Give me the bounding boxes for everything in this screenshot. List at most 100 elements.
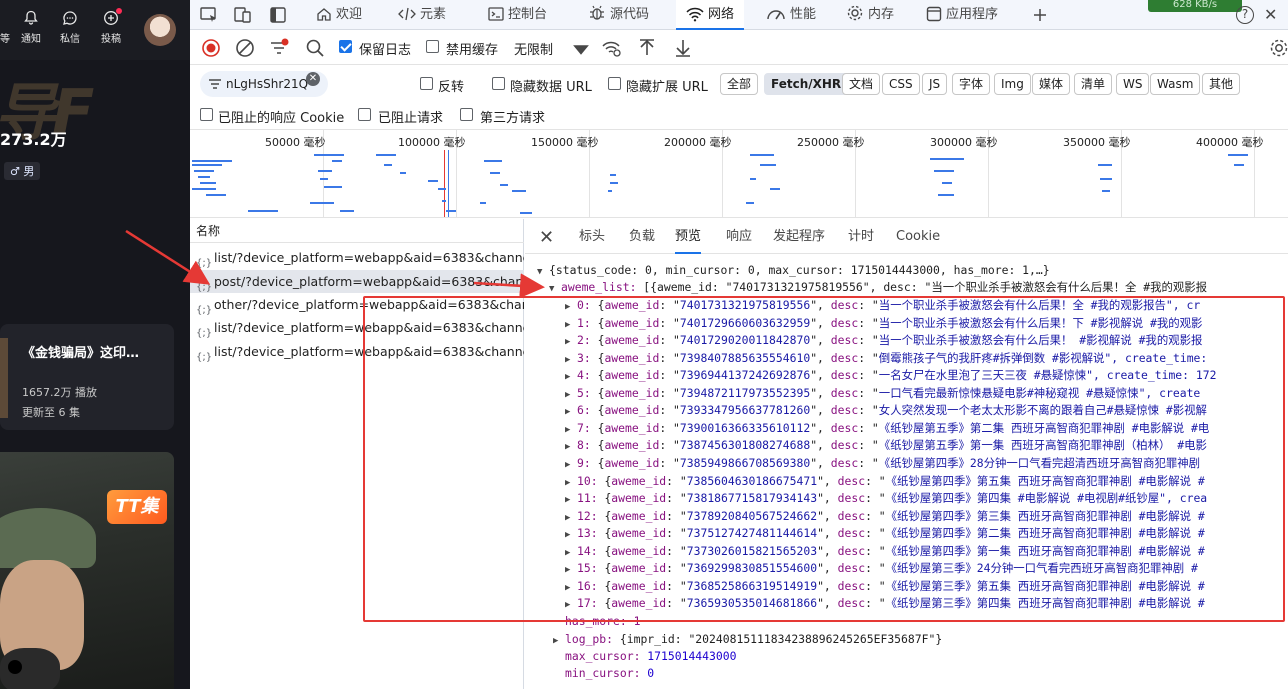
- aweme-item-line[interactable]: ▶ 6: {aweme_id: "7393347956637781260", de…: [565, 402, 1207, 419]
- aweme-desc: 《纸钞屋第四季》第四集 #电影解说 #电视剧#纸钞屋", crea: [885, 491, 1208, 506]
- detail-tab-initiator[interactable]: 发起程序: [773, 219, 825, 254]
- type-chip-font[interactable]: 字体: [952, 73, 991, 95]
- disable-cache-checkbox[interactable]: [426, 40, 439, 53]
- request-row[interactable]: {;} other/?device_platform=webapp&aid=638…: [190, 293, 524, 316]
- type-chip-js[interactable]: JS: [922, 73, 948, 95]
- request-row[interactable]: {;} list/?device_platform=webapp&aid=6383…: [190, 316, 524, 339]
- network-overview[interactable]: 50000 毫秒 100000 毫秒 150000 毫秒 200000 毫秒 25000…: [190, 129, 1288, 218]
- request-row[interactable]: {;} list/?device_platform=webapp&aid=6383…: [190, 340, 524, 363]
- detail-tab-preview[interactable]: 预览: [675, 219, 702, 254]
- help-icon[interactable]: ?: [1236, 6, 1254, 24]
- blocked-requests-checkbox[interactable]: [358, 108, 371, 121]
- device-toolbar-icon[interactable]: [234, 7, 252, 23]
- search-icon[interactable]: [304, 37, 326, 59]
- nav-item-upload[interactable]: 投稿: [94, 8, 128, 45]
- close-details-icon[interactable]: ✕: [539, 227, 554, 248]
- aweme-id: 7387456301808274688: [679, 438, 811, 453]
- type-chip-doc[interactable]: 文档: [842, 73, 881, 95]
- request-row-selected[interactable]: {;} post/?device_platform=webapp&aid=6383…: [190, 270, 524, 293]
- clear-filter-icon[interactable]: ✕: [306, 72, 320, 86]
- video-poster[interactable]: [0, 452, 174, 689]
- filter-icon[interactable]: [268, 37, 290, 59]
- detail-tab-payload[interactable]: 负载: [629, 219, 655, 254]
- type-chip-other[interactable]: 其他: [1202, 73, 1241, 95]
- aweme-item-line[interactable]: ▶ 2: {aweme_id: "7401729020011842870", de…: [565, 332, 1202, 349]
- collapsed-triangle-icon: ▶: [565, 372, 571, 383]
- aweme-item-line[interactable]: ▶ 4: {aweme_id: "7396944137242692876", de…: [565, 367, 1216, 384]
- type-chip-fetch-xhr[interactable]: Fetch/XHR: [764, 73, 849, 95]
- detail-tab-timing[interactable]: 计时: [848, 219, 874, 254]
- detail-tab-cookies[interactable]: Cookie: [896, 219, 940, 254]
- aweme-item-line[interactable]: ▶ 14: {aweme_id: "7373026015821565203", d…: [565, 543, 1205, 560]
- tab-network[interactable]: 网络: [676, 0, 745, 30]
- add-tab-icon[interactable]: [1032, 7, 1048, 23]
- json-root-line[interactable]: ▼ {status_code: 0, min_cursor: 0, max_cur…: [537, 262, 1050, 279]
- aweme-item-line[interactable]: ▶ 9: {aweme_id: "7385949866708569380", de…: [565, 455, 1200, 472]
- tab-console[interactable]: 控制台: [480, 0, 555, 30]
- aweme-id: 7368525866319514919: [686, 578, 818, 593]
- aweme-item-line[interactable]: ▶ 12: {aweme_id: "7378920840567524662", d…: [565, 508, 1205, 525]
- dock-side-icon[interactable]: [270, 7, 286, 23]
- tab-memory[interactable]: 内存: [838, 0, 902, 30]
- record-icon[interactable]: [200, 37, 222, 59]
- tab-elements[interactable]: 元素: [390, 0, 454, 30]
- hide-data-url-checkbox[interactable]: [492, 77, 505, 90]
- collapsed-triangle-icon: ▶: [565, 565, 571, 576]
- aweme-item-line[interactable]: ▶ 13: {aweme_id: "7375127427481144614", d…: [565, 525, 1205, 542]
- json-preview: ▼ {status_code: 0, min_cursor: 0, max_cur…: [525, 257, 1288, 689]
- third-party-checkbox[interactable]: [460, 108, 473, 121]
- wifi-icon: [686, 7, 704, 22]
- tab-welcome[interactable]: 欢迎: [308, 0, 370, 30]
- close-icon[interactable]: ✕: [1264, 5, 1277, 24]
- series-card[interactable]: 《金钱骗局》这印… 1657.2万 播放 更新至 6 集: [0, 324, 174, 430]
- json-min-cursor-line: min_cursor: 0: [565, 666, 655, 680]
- aweme-item-line[interactable]: ▶ 1: {aweme_id: "7401729660603632959", de…: [565, 315, 1202, 332]
- filter-funnel-icon: [209, 79, 221, 89]
- type-chip-wasm[interactable]: Wasm: [1150, 73, 1201, 95]
- tab-application[interactable]: 应用程序: [918, 0, 1006, 30]
- type-chip-css[interactable]: CSS: [882, 73, 920, 95]
- json-aweme-list-line[interactable]: ▼ aweme_list: [{aweme_id: "74017313219758…: [549, 279, 1207, 296]
- tab-performance[interactable]: 性能: [758, 0, 824, 30]
- request-row[interactable]: {;} list/?device_platform=webapp&aid=6383…: [190, 246, 524, 269]
- throttle-select[interactable]: 无限制: [514, 39, 553, 58]
- poster-gun-barrel: [8, 660, 22, 674]
- type-chip-img[interactable]: Img: [994, 73, 1031, 95]
- upload-icon[interactable]: [636, 37, 658, 59]
- inspect-icon[interactable]: [200, 7, 218, 23]
- nav-item-message[interactable]: 私信: [53, 10, 87, 45]
- user-avatar[interactable]: [144, 14, 176, 46]
- aweme-item-line[interactable]: ▶ 8: {aweme_id: "7387456301808274688", de…: [565, 437, 1207, 454]
- invert-checkbox[interactable]: [420, 77, 433, 90]
- aweme-id: 7401729020011842870: [679, 333, 811, 348]
- type-chip-ws[interactable]: WS: [1116, 73, 1150, 95]
- aweme-index: 8: [577, 438, 584, 453]
- download-icon[interactable]: [672, 37, 694, 59]
- settings-gear-icon[interactable]: [1268, 37, 1288, 59]
- aweme-item-line[interactable]: ▶ 7: {aweme_id: "7390016366335610112", de…: [565, 420, 1209, 437]
- network-conditions-icon[interactable]: [600, 37, 622, 59]
- caret-down-icon[interactable]: [570, 39, 592, 61]
- aweme-item-line[interactable]: ▶ 5: {aweme_id: "7394872117973552395", de…: [565, 385, 1200, 402]
- aweme-item-line[interactable]: ▶ 17: {aweme_id: "7365930535014681866", d…: [565, 595, 1205, 612]
- clear-icon[interactable]: [234, 37, 256, 59]
- json-log-pb-line[interactable]: ▶ log_pb: {impr_id: "20240815111834238896…: [553, 631, 942, 648]
- request-name: post/?device_platform=webapp&aid=6383&ch…: [214, 274, 524, 289]
- detail-tab-response[interactable]: 响应: [726, 219, 752, 254]
- aweme-item-line[interactable]: ▶ 16: {aweme_id: "7368525866319514919", d…: [565, 578, 1205, 595]
- blocked-cookies-checkbox[interactable]: [200, 108, 213, 121]
- nav-item-notify[interactable]: 通知: [14, 10, 48, 45]
- detail-tab-headers[interactable]: 标头: [579, 219, 605, 254]
- type-chip-all[interactable]: 全部: [720, 73, 759, 95]
- aweme-item-line[interactable]: ▶ 10: {aweme_id: "7385604630186675471", d…: [565, 473, 1205, 490]
- hide-ext-url-checkbox[interactable]: [608, 77, 621, 90]
- request-list-header[interactable]: 名称: [190, 219, 524, 243]
- preserve-log-checkbox[interactable]: [339, 40, 352, 53]
- aweme-item-line[interactable]: ▶ 3: {aweme_id: "7398407885635554610", de…: [565, 350, 1207, 367]
- aweme-item-line[interactable]: ▶ 0: {aweme_id: "7401731321975819556", de…: [565, 297, 1200, 314]
- aweme-item-line[interactable]: ▶ 15: {aweme_id: "7369299830851554600", d…: [565, 560, 1198, 577]
- type-chip-media[interactable]: 媒体: [1032, 73, 1071, 95]
- aweme-item-line[interactable]: ▶ 11: {aweme_id: "7381867715817934143", d…: [565, 490, 1207, 507]
- type-chip-manifest[interactable]: 清单: [1074, 73, 1113, 95]
- tab-sources[interactable]: 源代码: [580, 0, 657, 30]
